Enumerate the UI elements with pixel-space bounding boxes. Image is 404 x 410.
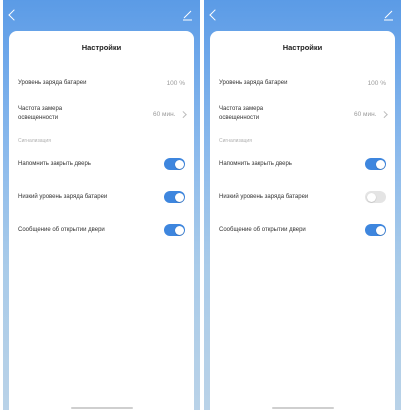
toggle-row: Сообщение об открытии двери: [18, 224, 185, 236]
edit-icon[interactable]: [181, 9, 193, 21]
top-bar: [204, 0, 401, 28]
toggle-label: Низкий уровень заряда батареи: [219, 193, 309, 200]
battery-level-row: Уровень заряда батареи 100 %: [219, 79, 386, 88]
settings-card: Настройки Уровень заряда батареи 100 % Ч…: [210, 31, 395, 410]
top-bar: [3, 0, 200, 28]
toggle-row: Напомнить закрыть дверь: [18, 158, 185, 170]
toggle-knob: [174, 159, 184, 169]
battery-level-label: Уровень заряда батареи: [219, 80, 288, 86]
toggle-knob: [375, 159, 385, 169]
toggle-label: Низкий уровень заряда батареи: [18, 193, 108, 200]
battery-level-label: Уровень заряда батареи: [18, 80, 87, 86]
section-label: Сигнализация: [219, 138, 252, 144]
light-interval-row[interactable]: Частота замера освещенности 60 мин.: [18, 105, 186, 123]
toggle-label: Напомнить закрыть дверь: [18, 160, 91, 167]
light-interval-label: Частота замера освещенности: [219, 106, 264, 121]
battery-level-value: 100 %: [166, 80, 185, 87]
phone-screen-left: Настройки Уровень заряда батареи 100 % Ч…: [3, 0, 200, 410]
remind-close-door-toggle[interactable]: [164, 158, 185, 170]
toggle-row: Низкий уровень заряда батареи: [219, 191, 386, 203]
toggle-row: Напомнить закрыть дверь: [219, 158, 386, 170]
toggle-knob: [174, 225, 184, 235]
light-interval-label: Частота замера освещенности: [18, 106, 63, 121]
page-title: Настройки: [81, 43, 122, 52]
phone-screen-right: Настройки Уровень заряда батареи 100 % Ч…: [204, 0, 401, 410]
light-interval-value: 60 мин.: [153, 110, 186, 118]
home-indicator: [271, 407, 334, 409]
remind-close-door-toggle[interactable]: [365, 158, 386, 170]
toggle-knob: [375, 225, 385, 235]
low-battery-toggle[interactable]: [164, 191, 185, 203]
edit-icon[interactable]: [382, 9, 394, 21]
battery-level-row: Уровень заряда батареи 100 %: [18, 79, 185, 88]
battery-level-value: 100 %: [367, 80, 386, 87]
light-interval-row[interactable]: Частота замера освещенности 60 мин.: [219, 105, 387, 123]
chevron-right-icon: [380, 110, 387, 118]
back-icon[interactable]: [209, 9, 221, 21]
toggle-label: Сообщение об открытии двери: [18, 226, 105, 233]
page-title: Настройки: [282, 43, 323, 52]
back-icon[interactable]: [8, 9, 20, 21]
door-open-message-toggle[interactable]: [365, 224, 386, 236]
chevron-right-icon: [179, 110, 186, 118]
door-open-message-toggle[interactable]: [164, 224, 185, 236]
home-indicator: [70, 407, 133, 409]
toggle-label: Напомнить закрыть дверь: [219, 160, 292, 167]
low-battery-toggle[interactable]: [365, 191, 386, 203]
toggle-row: Сообщение об открытии двери: [219, 224, 386, 236]
toggle-label: Сообщение об открытии двери: [219, 226, 306, 233]
toggle-knob: [174, 192, 184, 202]
light-interval-value: 60 мин.: [354, 110, 387, 118]
toggle-row: Низкий уровень заряда батареи: [18, 191, 185, 203]
section-label: Сигнализация: [18, 138, 51, 144]
settings-card: Настройки Уровень заряда батареи 100 % Ч…: [9, 31, 194, 410]
toggle-knob: [366, 192, 376, 202]
